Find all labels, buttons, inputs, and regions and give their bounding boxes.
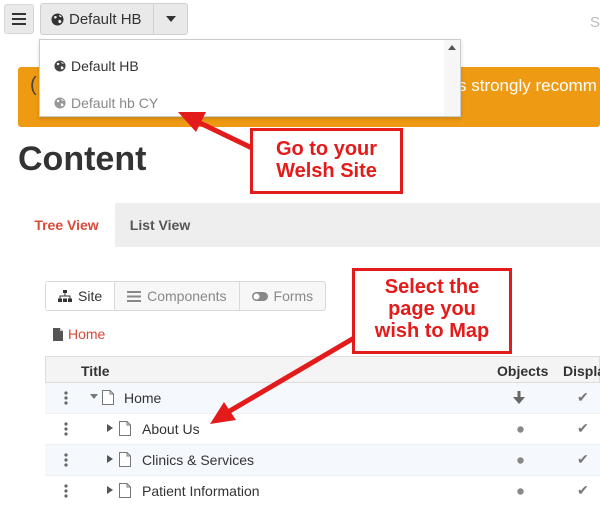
page-title: Content: [18, 140, 147, 178]
topbar-right-text: S: [589, 14, 600, 31]
annotation-callout-page: Select the page you wish to Map: [352, 268, 512, 354]
toggle-forms-label: Forms: [273, 288, 314, 304]
page-icon: [119, 421, 131, 436]
dropdown-item-default-hb-cy[interactable]: Default hb CY: [54, 95, 158, 111]
site-dropdown-menu: Default HB Default hb CY: [39, 39, 461, 117]
toggle-components[interactable]: Components: [115, 282, 240, 310]
dropdown-item-label: Default HB: [71, 58, 139, 74]
toggle-components-label: Components: [147, 288, 227, 304]
drag-handle-icon[interactable]: [64, 484, 68, 498]
dropdown-item-default-hb[interactable]: Default HB: [54, 58, 139, 74]
table-row[interactable]: About Us ✔: [45, 414, 600, 445]
expand-icon[interactable]: [107, 455, 113, 463]
scroll-up-icon[interactable]: [448, 45, 456, 50]
column-display[interactable]: Displa: [563, 363, 600, 379]
banner-left-text: (: [30, 74, 37, 96]
toggle-icon: [251, 291, 268, 301]
tab-tree-view[interactable]: Tree View: [18, 203, 115, 247]
table-row[interactable]: Clinics & Services ✔: [45, 445, 600, 476]
toggle-site-label: Site: [78, 288, 103, 304]
expand-icon[interactable]: [107, 424, 113, 432]
dot-icon: [517, 457, 524, 464]
toggle-forms[interactable]: Forms: [240, 282, 326, 310]
page-icon: [119, 452, 131, 467]
globe-icon: [54, 60, 66, 72]
site-dropdown-toggle[interactable]: [154, 3, 188, 35]
check-icon: ✔: [577, 451, 589, 467]
annotation-line: page you: [388, 298, 476, 320]
check-icon: ✔: [577, 420, 589, 436]
annotation-line: wish to Map: [374, 320, 490, 342]
table-header: Title Objects Displa: [45, 356, 600, 383]
tab-list-view[interactable]: List View: [115, 203, 205, 247]
annotation-line: Welsh Site: [276, 160, 377, 182]
globe-icon: [51, 13, 64, 25]
drag-handle-icon[interactable]: [64, 453, 68, 467]
column-title[interactable]: Title: [81, 363, 110, 379]
menu-button[interactable]: [4, 4, 34, 34]
dropdown-scrollbar[interactable]: [444, 40, 460, 116]
drag-handle-icon[interactable]: [64, 422, 68, 436]
column-objects[interactable]: Objects: [497, 363, 548, 379]
breadcrumb-home-link[interactable]: Home: [68, 326, 105, 342]
annotation-line: Select the: [384, 276, 480, 298]
content-tree-table: Title Objects Displa Home ✔: [45, 356, 600, 506]
arrow-down-icon: [513, 391, 525, 404]
toggle-site[interactable]: Site: [46, 282, 116, 310]
check-icon: ✔: [577, 389, 589, 405]
table-row[interactable]: Patient Information ✔: [45, 476, 600, 506]
hamburger-icon: [12, 13, 26, 25]
view-toggle-group: Site Components Forms: [45, 281, 327, 311]
globe-icon: [54, 97, 66, 109]
document-icon: [53, 327, 63, 341]
row-title[interactable]: Patient Information: [142, 483, 260, 499]
row-title[interactable]: Clinics & Services: [142, 452, 254, 468]
check-icon: ✔: [577, 482, 589, 498]
list-icon: [127, 290, 142, 302]
collapse-icon[interactable]: [90, 394, 98, 400]
table-row[interactable]: Home ✔: [45, 383, 600, 414]
annotation-callout-site: Go to your Welsh Site: [250, 128, 403, 194]
dot-icon: [517, 426, 524, 433]
site-selector-button[interactable]: Default HB: [40, 3, 154, 35]
caret-down-icon: [165, 16, 176, 22]
dot-icon: [517, 488, 524, 495]
annotation-line: Go to your: [275, 138, 378, 160]
breadcrumb: Home: [53, 326, 105, 342]
site-selector-label: Default HB: [69, 10, 142, 28]
dropdown-item-label: Default hb CY: [71, 95, 159, 111]
page-icon: [102, 390, 114, 405]
drag-handle-icon[interactable]: [64, 391, 68, 405]
banner-text: s strongly recomm: [458, 76, 597, 95]
row-title[interactable]: Home: [124, 390, 161, 406]
row-title[interactable]: About Us: [142, 421, 200, 437]
page-icon: [119, 483, 131, 498]
expand-icon[interactable]: [107, 486, 113, 494]
sitemap-icon: [58, 290, 72, 302]
